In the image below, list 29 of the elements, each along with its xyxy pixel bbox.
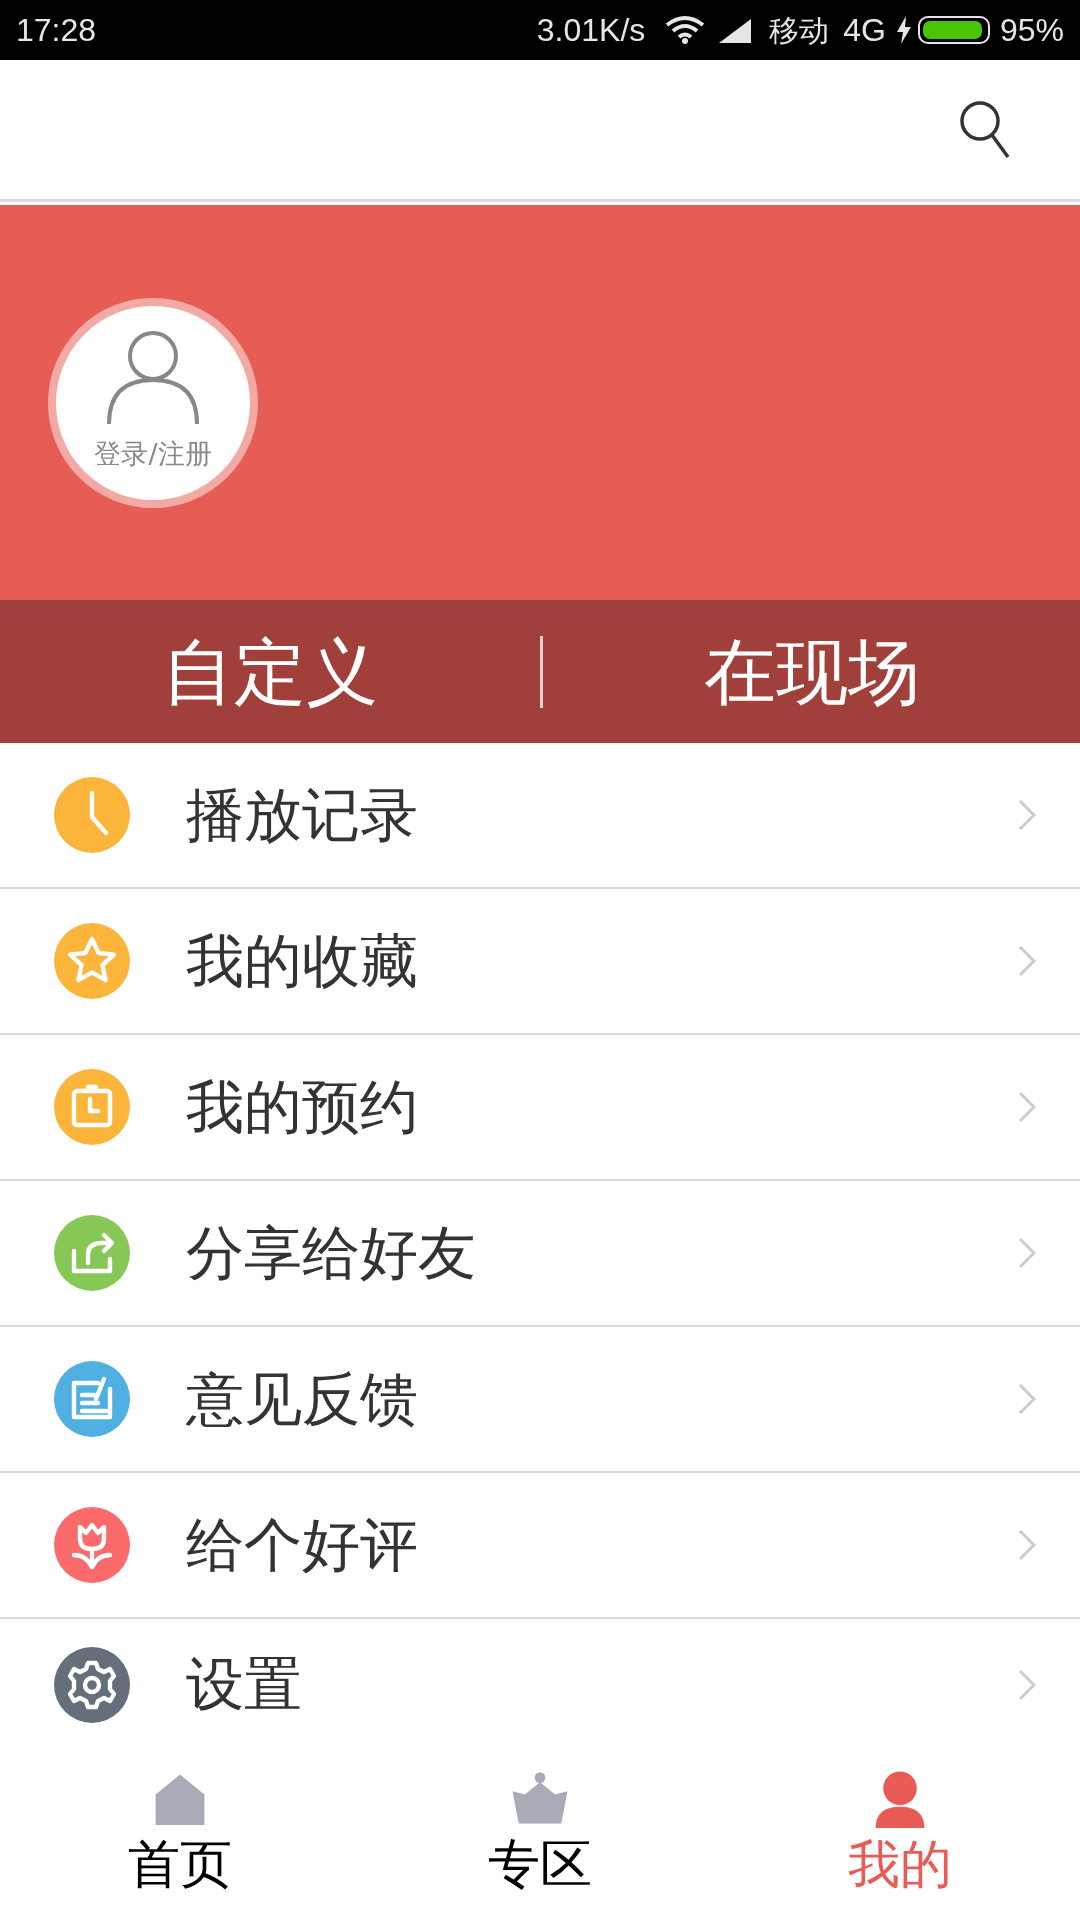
nav-tab[interactable]: 专区 [360, 1750, 720, 1920]
nav-tab[interactable]: 首页 [0, 1750, 360, 1920]
network-type: 4G [843, 11, 886, 50]
clock-time: 17:28 [16, 11, 97, 50]
lightning-icon [895, 16, 912, 44]
search-icon[interactable] [958, 98, 1010, 161]
chevron-icon [1018, 1529, 1036, 1561]
battery-icon [917, 16, 990, 44]
chevron-icon [1018, 1091, 1036, 1123]
chevron-icon [1018, 1383, 1036, 1415]
chevron-icon [1018, 1237, 1036, 1269]
menu-label: 我的预约 [186, 1071, 418, 1143]
menu-label: 给个好评 [186, 1509, 418, 1581]
wifi-icon [665, 15, 706, 45]
chevron-icon [1018, 799, 1036, 831]
signal-icon [717, 17, 754, 43]
quick-link[interactable]: 自定义 [0, 600, 540, 743]
menu-label: 我的收藏 [186, 925, 418, 997]
network-speed: 3.01K/s [536, 11, 646, 50]
quick-link[interactable]: 在现场 [543, 600, 1080, 743]
person-icon [105, 330, 201, 427]
menu-label: 设置 [186, 1649, 302, 1720]
carrier-name: 移动 [769, 11, 830, 50]
battery-percent: 95% [999, 11, 1064, 50]
menu-label: 分享给好友 [186, 1217, 476, 1289]
menu-label: 意见反馈 [186, 1363, 418, 1435]
menu-label: 播放记录 [186, 779, 418, 851]
chevron-icon [1018, 945, 1036, 977]
chevron-icon [1018, 1668, 1036, 1701]
